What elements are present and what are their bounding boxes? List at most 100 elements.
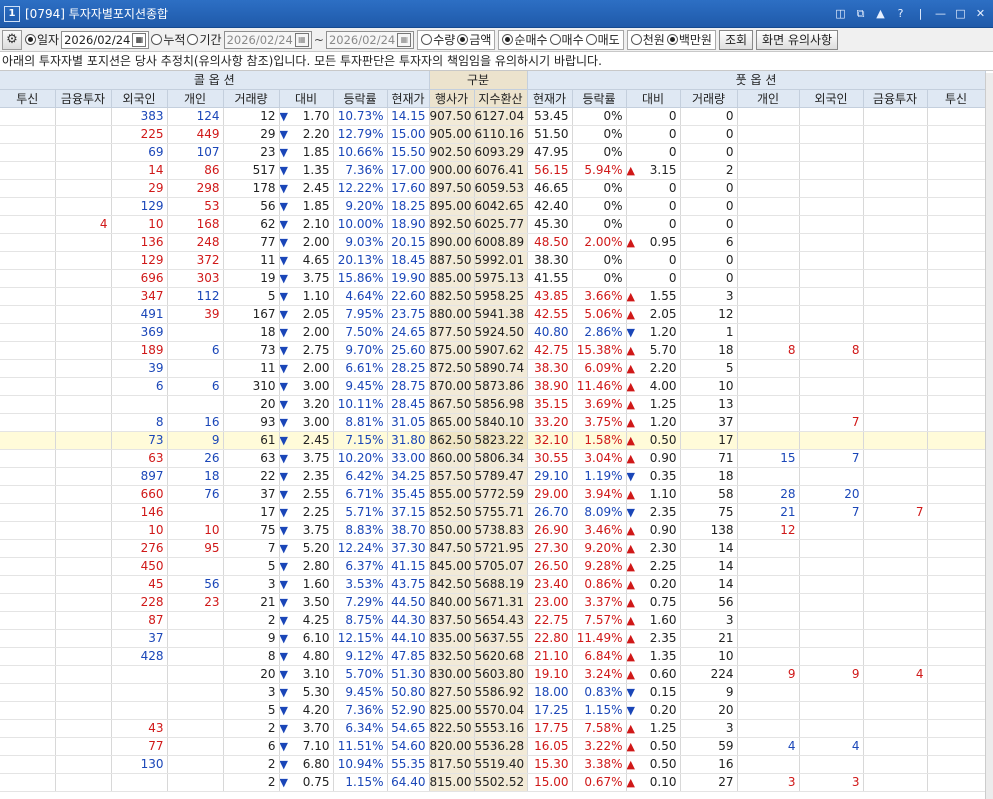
radio-thousand-won[interactable]: 천원 bbox=[630, 31, 665, 48]
change-value: 0.20 bbox=[649, 576, 677, 591]
copy-window-icon[interactable]: ⧉ bbox=[852, 5, 869, 22]
table-row[interactable]: 20 ▼ 3.10 5.70% 51.30 830.00 5603.80 19.10 3.24%… bbox=[0, 665, 986, 684]
column-header[interactable]: 등락률 bbox=[572, 89, 627, 108]
table-row[interactable]: 347 112 5 ▼ 1.10 4.64% 22.60 882.50 5958.25 43.85… bbox=[0, 287, 986, 306]
table-cell: 6110.16 bbox=[474, 125, 528, 144]
table-row[interactable]: 129 372 11 ▼ 4.65 20.13% 18.45 887.50 5992.01 38.… bbox=[0, 251, 986, 270]
table-row[interactable]: 10 10 75 ▼ 3.75 8.83% 38.70 850.00 5738.83 26.90 3… bbox=[0, 521, 986, 540]
column-header[interactable]: 외국인 bbox=[111, 89, 168, 108]
pin-icon[interactable]: ▲ bbox=[872, 5, 889, 22]
help-icon[interactable]: ? bbox=[892, 5, 909, 22]
change-value: 2.00 bbox=[302, 234, 330, 249]
table-row[interactable]: 39 11 ▼ 2.00 6.61% 28.25 872.50 5890.74 38.30 6.0… bbox=[0, 359, 986, 378]
column-header[interactable]: 투신 bbox=[0, 89, 56, 108]
table-row[interactable]: 2 ▼ 0.75 1.15% 64.40 815.00 5502.52 15.00 0.67% ▲… bbox=[0, 773, 986, 792]
table-row[interactable]: 129 53 56 ▼ 1.85 9.20% 18.25 895.00 6042.65 42.40… bbox=[0, 197, 986, 216]
table-cell: 63 bbox=[223, 449, 280, 468]
table-row[interactable]: 8 16 93 ▼ 3.00 8.81% 31.05 865.00 5840.10 33.20 3.… bbox=[0, 413, 986, 432]
currency-unit-group: 천원 백만원 bbox=[626, 29, 716, 50]
column-header[interactable]: 투신 bbox=[927, 89, 986, 108]
column-header[interactable]: 대비 bbox=[626, 89, 681, 108]
column-header[interactable]: 현재가 bbox=[527, 89, 573, 108]
vertical-scrollbar[interactable] bbox=[985, 73, 993, 799]
table-row[interactable]: 73 9 61 ▼ 2.45 7.15% 31.80 862.50 5823.22 32.10 1.… bbox=[0, 431, 986, 450]
radio-buy[interactable]: 매수 bbox=[549, 31, 584, 48]
column-header[interactable]: 개인 bbox=[737, 89, 800, 108]
radio-daily[interactable]: 일자 bbox=[25, 31, 59, 48]
column-header-row: 투신 금융투자 외국인 개인 거래량 대비 등락률 현재가 행사가 지수환산 현재가 등락률 대비 거래량… bbox=[0, 89, 986, 108]
table-row[interactable]: 29 298 178 ▼ 2.45 12.22% 17.60 897.50 6059.53 46.… bbox=[0, 179, 986, 198]
table-row[interactable]: 5 ▼ 4.20 7.36% 52.90 825.00 5570.04 17.25 1.15% ▼… bbox=[0, 701, 986, 720]
notice-button[interactable]: 화면 유의사항 bbox=[756, 29, 839, 50]
minimize-icon[interactable]: — bbox=[932, 5, 949, 22]
radio-period[interactable]: 기간 bbox=[187, 31, 222, 48]
radio-sell[interactable]: 매도 bbox=[585, 31, 620, 48]
table-cell: 7.50% bbox=[333, 323, 388, 342]
column-header[interactable]: 현재가 bbox=[387, 89, 430, 108]
table-row[interactable]: 660 76 37 ▼ 2.55 6.71% 35.45 855.00 5772.59 29.00… bbox=[0, 485, 986, 504]
table-row[interactable]: 6 6 310 ▼ 3.00 9.45% 28.75 870.00 5873.86 38.90 11… bbox=[0, 377, 986, 396]
table-row[interactable]: 383 124 12 ▼ 1.70 10.73% 14.15 907.50 6127.04 53.… bbox=[0, 107, 986, 126]
table-cell bbox=[111, 701, 168, 720]
column-header[interactable]: 금융투자 bbox=[863, 89, 928, 108]
table-cell bbox=[927, 359, 986, 378]
table-row[interactable]: 69 107 23 ▼ 1.85 10.66% 15.50 902.50 6093.29 47.9… bbox=[0, 143, 986, 162]
column-header[interactable]: 행사가 bbox=[429, 89, 475, 108]
gear-icon[interactable]: ⚙ bbox=[2, 29, 22, 50]
calendar-icon[interactable]: ▦ bbox=[132, 32, 147, 47]
table-row[interactable]: 77 6 ▼ 7.10 11.51% 54.60 820.00 5536.28 16.05 3.2… bbox=[0, 737, 986, 756]
search-button[interactable]: 조회 bbox=[718, 29, 754, 50]
change-value: 2.20 bbox=[649, 360, 677, 375]
table-row[interactable]: 696 303 19 ▼ 3.75 15.86% 19.90 885.00 5975.13 41.… bbox=[0, 269, 986, 288]
column-header[interactable]: 거래량 bbox=[223, 89, 280, 108]
arrow-down-icon: ▼ bbox=[279, 649, 288, 663]
table-row[interactable]: 3 ▼ 5.30 9.45% 50.80 827.50 5586.92 18.00 0.83% ▼… bbox=[0, 683, 986, 702]
table-row[interactable]: 20 ▼ 3.20 10.11% 28.45 867.50 5856.98 35.15 3.69… bbox=[0, 395, 986, 414]
column-header[interactable]: 거래량 bbox=[680, 89, 738, 108]
date-input[interactable]: 2026/02/24 ▦ bbox=[61, 30, 150, 49]
table-cell bbox=[55, 665, 112, 684]
table-row[interactable]: 450 5 ▼ 2.80 6.37% 41.15 845.00 5705.07 26.50 9.2… bbox=[0, 557, 986, 576]
column-header[interactable]: 지수환산 bbox=[474, 89, 528, 108]
table-cell: 877.50 bbox=[429, 323, 475, 342]
table-row[interactable]: 136 248 77 ▼ 2.00 9.03% 20.15 890.00 6008.89 48.5… bbox=[0, 233, 986, 252]
table-cell: 43.85 bbox=[527, 287, 573, 306]
table-row[interactable]: 189 6 73 ▼ 2.75 9.70% 25.60 875.00 5907.62 42.75 1… bbox=[0, 341, 986, 360]
column-header[interactable]: 개인 bbox=[167, 89, 224, 108]
table-row[interactable]: 491 39 167 ▼ 2.05 7.95% 23.75 880.00 5941.38 42.5… bbox=[0, 305, 986, 324]
radio-million-won[interactable]: 백만원 bbox=[666, 31, 712, 48]
column-header[interactable]: 외국인 bbox=[799, 89, 864, 108]
table-row[interactable]: 428 8 ▼ 4.80 9.12% 47.85 832.50 5620.68 21.10 6.8… bbox=[0, 647, 986, 666]
table-row[interactable]: 225 449 29 ▼ 2.20 12.79% 15.00 905.00 6110.16 51.… bbox=[0, 125, 986, 144]
table-row[interactable]: 146 17 ▼ 2.25 5.71% 37.15 852.50 5755.71 26.70 8.… bbox=[0, 503, 986, 522]
column-header[interactable]: 금융투자 bbox=[55, 89, 112, 108]
close-icon[interactable]: ✕ bbox=[972, 5, 989, 22]
period-from-input[interactable]: 2026/02/24 ▦ bbox=[223, 30, 312, 49]
calendar-icon[interactable]: ▦ bbox=[397, 32, 412, 47]
table-row[interactable]: 4 10 168 62 ▼ 2.10 10.00% 18.90 892.50 6025.77 45.… bbox=[0, 215, 986, 234]
table-row[interactable]: 37 9 ▼ 6.10 12.15% 44.10 835.00 5637.55 22.80 11.… bbox=[0, 629, 986, 648]
radio-amount[interactable]: 금액 bbox=[457, 31, 491, 48]
table-row[interactable]: 63 26 63 ▼ 3.75 10.20% 33.00 860.00 5806.34 30.55… bbox=[0, 449, 986, 468]
radio-qty[interactable]: 수량 bbox=[421, 31, 455, 48]
calendar-icon[interactable]: ▦ bbox=[294, 32, 309, 47]
table-row[interactable]: 87 2 ▼ 4.25 8.75% 44.30 837.50 5654.43 22.75 7.57… bbox=[0, 611, 986, 630]
table-row[interactable]: 130 2 ▼ 6.80 10.94% 55.35 817.50 5519.40 15.30 3.… bbox=[0, 755, 986, 774]
radio-cumulative[interactable]: 누적 bbox=[151, 31, 185, 48]
table-cell: 8.75% bbox=[333, 611, 388, 630]
table-row[interactable]: 43 2 ▼ 3.70 6.34% 54.65 822.50 5553.16 17.75 7.58… bbox=[0, 719, 986, 738]
table-row[interactable]: 897 18 22 ▼ 2.35 6.42% 34.25 857.50 5789.47 29.10… bbox=[0, 467, 986, 486]
table-cell: 872.50 bbox=[429, 359, 475, 378]
table-cell: 428 bbox=[111, 647, 168, 666]
table-row[interactable]: 45 56 3 ▼ 1.60 3.53% 43.75 842.50 5688.19 23.40 0.… bbox=[0, 575, 986, 594]
table-row[interactable]: 276 95 7 ▼ 5.20 12.24% 37.30 847.50 5721.95 27.30… bbox=[0, 539, 986, 558]
link-icon[interactable]: ◫ bbox=[832, 5, 849, 22]
column-header[interactable]: 대비 bbox=[279, 89, 334, 108]
radio-net-buy[interactable]: 순매수 bbox=[502, 31, 548, 48]
maximize-icon[interactable]: □ bbox=[952, 5, 969, 22]
period-to-input[interactable]: 2026/02/24 ▦ bbox=[325, 30, 415, 49]
table-row[interactable]: 228 23 21 ▼ 3.50 7.29% 44.50 840.00 5671.31 23.00… bbox=[0, 593, 986, 612]
table-row[interactable]: 14 86 517 ▼ 1.35 7.36% 17.00 900.00 6076.41 56.15… bbox=[0, 161, 986, 180]
table-row[interactable]: 369 18 ▼ 2.00 7.50% 24.65 877.50 5924.50 40.80 2.… bbox=[0, 323, 986, 342]
column-header[interactable]: 등락률 bbox=[333, 89, 388, 108]
